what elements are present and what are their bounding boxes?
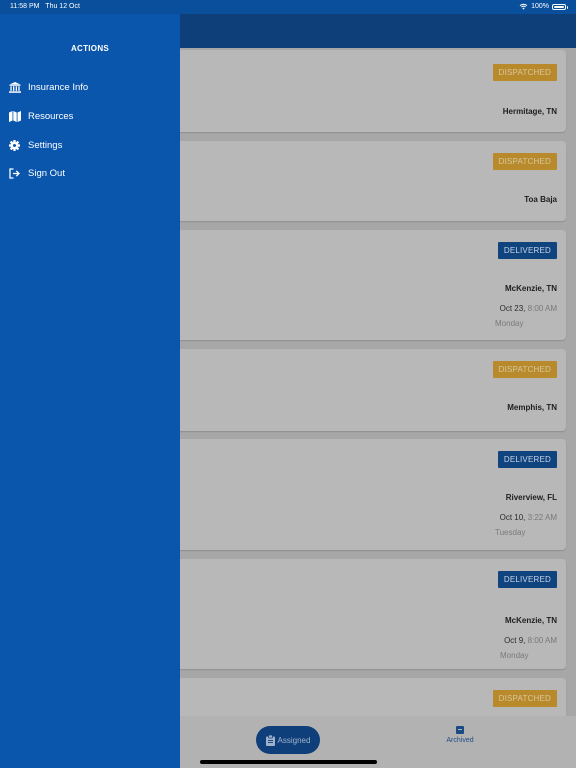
status-indicators: 100% xyxy=(519,3,568,10)
status-badge: DELIVERED xyxy=(497,451,557,468)
delivery-day: Monday xyxy=(495,319,524,328)
drawer-item-insurance-info[interactable]: Insurance Info xyxy=(8,79,88,95)
status-time: 11:58 PM Thu 12 Oct xyxy=(10,3,80,10)
drawer-title: ACTIONS xyxy=(70,44,110,53)
drawer-item-label: Settings xyxy=(28,139,63,151)
delivery-date: Oct 9, 8:00 AM xyxy=(504,636,557,645)
drawer-item-label: Sign Out xyxy=(28,167,65,179)
clipboard-icon xyxy=(265,734,275,746)
delivery-card[interactable]: DELIVERED McKenzie, TN Oct 23, 8:00 AM M… xyxy=(180,230,566,340)
delivery-card[interactable]: DISPATCHED Toa Baja xyxy=(180,141,566,221)
status-badge: DISPATCHED xyxy=(492,690,557,707)
destination-city: McKenzie, TN xyxy=(504,284,557,293)
destination-city: Memphis, TN xyxy=(507,403,557,412)
tab-assigned-label: Assigned xyxy=(277,735,311,745)
tab-archived-label: Archived xyxy=(446,737,474,744)
drawer-item-sign-out[interactable]: Sign Out xyxy=(8,165,65,181)
destination-city: Hermitage, TN xyxy=(502,107,557,116)
gear-icon xyxy=(8,139,21,151)
delivery-date: Oct 23, 8:00 AM xyxy=(499,304,557,313)
delivery-card[interactable]: DELIVERED McKenzie, TN Oct 9, 8:00 AM Mo… xyxy=(180,559,566,669)
bank-icon xyxy=(8,81,21,93)
status-badge: DISPATCHED xyxy=(492,153,557,170)
tab-assigned[interactable]: Assigned xyxy=(256,726,320,754)
home-indicator xyxy=(200,760,377,764)
status-badge: DISPATCHED xyxy=(492,361,557,378)
destination-city: McKenzie, TN xyxy=(504,616,557,625)
destination-city: Toa Baja xyxy=(524,195,557,204)
delivery-date: Oct 10, 3:22 AM xyxy=(499,513,557,522)
status-bar: 11:58 PM Thu 12 Oct 100% xyxy=(0,0,576,14)
delivery-day: Monday xyxy=(500,651,529,660)
map-icon xyxy=(8,110,21,122)
delivery-card[interactable]: DISPATCHED Memphis, TN xyxy=(180,349,566,431)
delivery-day: Tuesday xyxy=(495,528,526,537)
side-drawer: ACTIONS Insurance Info Resources Setting… xyxy=(0,0,180,768)
status-badge: DELIVERED xyxy=(497,571,557,588)
status-badge: DELIVERED xyxy=(497,242,557,259)
drawer-item-settings[interactable]: Settings xyxy=(8,137,62,153)
destination-city: Riverview, FL xyxy=(505,493,557,502)
wifi-icon xyxy=(519,3,528,10)
drawer-item-resources[interactable]: Resources xyxy=(8,108,73,124)
tab-archived[interactable]: Archived xyxy=(440,726,480,744)
battery-icon xyxy=(552,3,568,10)
archive-icon xyxy=(456,726,464,734)
delivery-card[interactable]: DISPATCHED Hermitage, TN xyxy=(180,50,566,132)
delivery-card[interactable]: DELIVERED Riverview, FL Oct 10, 3:22 AM … xyxy=(180,439,566,550)
status-badge: DISPATCHED xyxy=(492,64,557,81)
drawer-item-label: Resources xyxy=(28,110,74,122)
battery-percent: 100% xyxy=(531,3,549,10)
sign-out-icon xyxy=(8,167,21,179)
drawer-item-label: Insurance Info xyxy=(28,81,89,93)
